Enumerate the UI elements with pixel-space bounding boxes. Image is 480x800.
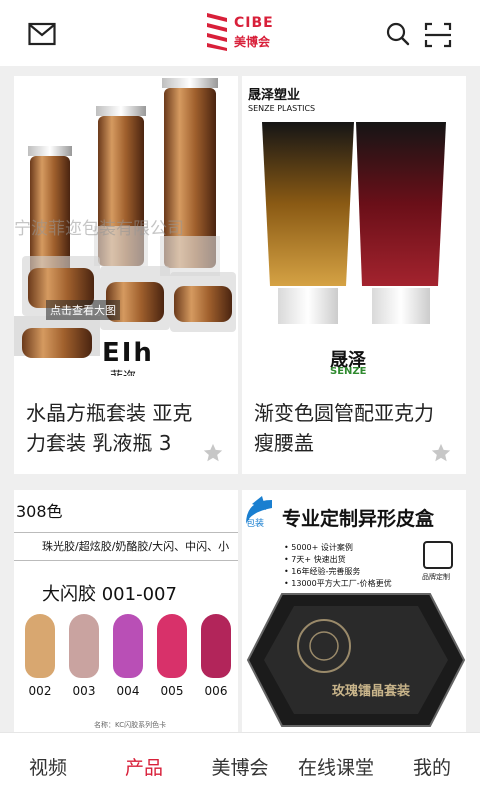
swatch-label: 006 — [204, 684, 228, 698]
favorite-star-icon[interactable] — [202, 442, 224, 464]
favorite-star-icon[interactable] — [430, 442, 452, 464]
swatch-label: 002 — [28, 684, 52, 698]
badge-text: 品牌定制 — [422, 573, 450, 581]
view-large-image-button[interactable]: 点击查看大图 — [46, 300, 120, 320]
tab-video[interactable]: 视频 — [0, 733, 96, 800]
divider — [14, 560, 238, 561]
tab-me[interactable]: 我的 — [384, 733, 480, 800]
headline-text: 专业定制异形皮盒 — [282, 508, 435, 530]
tubes-illustration — [242, 76, 466, 376]
feature-item: • 5000+ 设计案例 — [284, 543, 353, 552]
cibe-logo: CIBE 美博会 — [204, 11, 276, 51]
logo-text-cn: 美博会 — [234, 35, 271, 49]
swatch-label: 003 — [72, 684, 96, 698]
nail-swatch — [25, 614, 55, 678]
mail-icon[interactable] — [28, 22, 56, 46]
color-count-heading: 308色 — [16, 502, 63, 521]
feature-item: • 13000平方大工厂-价格更优 — [284, 579, 392, 588]
tab-expo[interactable]: 美博会 — [192, 733, 288, 800]
product-card[interactable]: 308色 珠光胶/超炫胶/奶酪胶/大闪、中闪、小 大闪胶 001-007 002… — [14, 490, 238, 732]
tab-online-class[interactable]: 在线课堂 — [288, 733, 384, 800]
brand-mark: EIh — [102, 338, 154, 368]
product-grid: 宁波菲迩包装有限公司 点击查看大图 EIh 菲迩 水晶方瓶套装 亚克力套装 乳液… — [0, 66, 480, 732]
swatch-label: 004 — [116, 684, 140, 698]
footnote-text: 名称：KC闪胶系列色卡 — [94, 721, 167, 729]
tag-text: 包装 — [246, 519, 265, 529]
swatch: 004 — [110, 614, 146, 714]
logo-text-en: CIBE — [234, 15, 274, 31]
brand-en: SENZE — [330, 366, 367, 376]
nail-swatch — [201, 614, 231, 678]
nail-swatch — [69, 614, 99, 678]
swatch: 005 — [154, 614, 190, 714]
gel-types-text: 珠光胶/超炫胶/奶酪胶/大闪、中闪、小 — [42, 540, 230, 553]
product-title[interactable]: 水晶方瓶套装 亚克力套装 乳液瓶 3 — [26, 398, 206, 458]
product-image[interactable]: 308色 珠光胶/超炫胶/奶酪胶/大闪、中闪、小 大闪胶 001-007 002… — [14, 490, 238, 732]
company-en: SENZE PLASTICS — [248, 104, 316, 113]
scan-icon[interactable] — [424, 22, 452, 48]
tab-products[interactable]: 产品 — [96, 733, 192, 800]
nail-swatch — [157, 614, 187, 678]
swatch: 002 — [22, 614, 58, 714]
swatch: 003 — [66, 614, 102, 714]
watermark-text: 宁波菲迩包装有限公司 — [14, 219, 184, 239]
swatch: 006 — [198, 614, 234, 714]
feature-item: • 7天+ 快速出货 — [284, 555, 346, 564]
product-card[interactable]: 宁波菲迩包装有限公司 点击查看大图 EIh 菲迩 水晶方瓶套装 亚克力套装 乳液… — [14, 76, 238, 474]
product-image[interactable]: 晟泽塑业 SENZE PLASTICS 晟泽 SENZE — [242, 76, 466, 376]
product-card[interactable]: 包装 专业定制异形皮盒 • 5000+ 设计案例 • 7天+ 快速出货 • 16年经… — [242, 490, 466, 732]
search-icon[interactable] — [386, 22, 410, 46]
brand-cn: 菲迩 — [110, 366, 136, 376]
bottom-nav: 视频 产品 美博会 在线课堂 我的 — [0, 732, 480, 800]
product-image[interactable]: 包装 专业定制异形皮盒 • 5000+ 设计案例 • 7天+ 快速出货 • 16年经… — [242, 490, 466, 732]
swatch-row: 002 003 004 005 006 — [22, 614, 234, 714]
feature-item: • 16年经验-完善服务 — [284, 567, 361, 576]
product-image[interactable]: 宁波菲迩包装有限公司 点击查看大图 EIh 菲迩 — [14, 76, 238, 376]
swatch-label: 005 — [160, 684, 184, 698]
series-label: 大闪胶 001-007 — [42, 584, 177, 605]
nail-swatch — [113, 614, 143, 678]
top-bar: CIBE 美博会 — [0, 0, 480, 66]
divider — [14, 532, 238, 533]
feature-list: • 5000+ 设计案例 • 7天+ 快速出货 • 16年经验-完善服务 • 1300… — [284, 542, 392, 590]
logo-mark-icon — [207, 13, 227, 51]
product-card[interactable]: 晟泽塑业 SENZE PLASTICS 晟泽 SENZE 渐变色圆管配亚克力瘦腰… — [242, 76, 466, 474]
product-title[interactable]: 渐变色圆管配亚克力瘦腰盖 — [254, 398, 434, 458]
company-cn: 晟泽塑业 — [248, 88, 301, 103]
box-label: 玫瑰镭晶套装 — [332, 684, 411, 699]
